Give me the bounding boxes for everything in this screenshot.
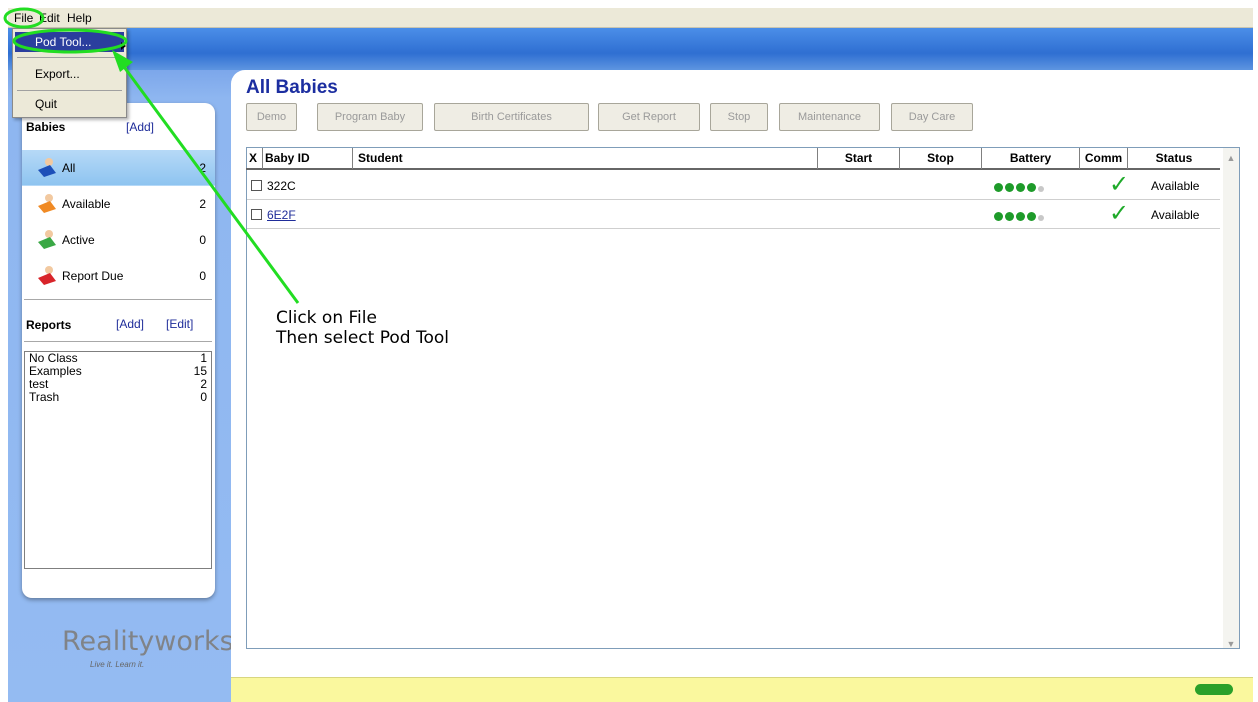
get-report-button[interactable]: Get Report <box>598 103 700 131</box>
list-item[interactable]: Examples 15 <box>25 365 211 378</box>
menu-help[interactable]: Help <box>67 11 92 25</box>
annotation-line-2: Then select Pod Tool <box>276 328 449 348</box>
list-item[interactable]: Trash 0 <box>25 391 211 404</box>
battery-indicator <box>994 210 1046 224</box>
reports-add-link[interactable]: [Add] <box>116 317 144 331</box>
battery-dot <box>1027 212 1036 221</box>
column-header-x[interactable]: X <box>249 148 263 169</box>
program-baby-button[interactable]: Program Baby <box>317 103 423 131</box>
sidebar-item-count: 0 <box>199 269 206 283</box>
baby-green-icon <box>38 230 56 249</box>
baby-red-icon <box>38 266 56 285</box>
report-label: test <box>29 377 49 391</box>
column-header-start[interactable]: Start <box>818 148 900 169</box>
comm-ok-check-icon: ✓ <box>1109 200 1130 227</box>
battery-dot <box>1005 183 1014 192</box>
scroll-up-icon[interactable]: ▲ <box>1225 152 1237 164</box>
sidebar-item-label: Active <box>62 233 95 247</box>
divider <box>24 299 212 300</box>
header-band <box>8 28 1253 70</box>
baby-orange-icon <box>38 194 56 213</box>
battery-dot-empty <box>1038 215 1044 221</box>
babies-header: Babies <box>26 120 66 134</box>
sidebar-item-available[interactable]: Available 2 <box>22 186 215 222</box>
status-cell: Available <box>1151 179 1200 193</box>
status-cell: Available <box>1151 208 1200 222</box>
report-count: 0 <box>200 390 207 404</box>
annotation-line-1: Click on File <box>276 308 377 328</box>
report-label: Examples <box>29 364 82 378</box>
connection-status-indicator <box>1195 684 1233 695</box>
report-label: No Class <box>29 351 78 365</box>
menu-bar: File Edit Help <box>8 8 1253 28</box>
table-row[interactable]: 6E2F ✓ Available <box>247 200 1220 229</box>
report-label: Trash <box>29 390 60 404</box>
menu-separator <box>17 90 122 91</box>
column-header-battery[interactable]: Battery <box>982 148 1080 169</box>
sidebar-item-report-due[interactable]: Report Due 0 <box>22 258 215 294</box>
battery-dot <box>1005 212 1014 221</box>
comm-ok-check-icon: ✓ <box>1109 171 1130 198</box>
status-bar <box>231 677 1253 702</box>
sidebar-item-count: 2 <box>199 161 206 175</box>
row-checkbox[interactable] <box>251 209 262 220</box>
reports-header: Reports <box>26 318 72 332</box>
menu-item-pod-tool[interactable]: Pod Tool... <box>15 32 124 52</box>
battery-dot-empty <box>1038 186 1044 192</box>
sidebar-item-all[interactable]: All 2 <box>22 150 215 186</box>
babies-add-link[interactable]: [Add] <box>126 120 154 134</box>
row-checkbox[interactable] <box>251 180 262 191</box>
column-header-student[interactable]: Student <box>358 148 818 169</box>
menu-item-export[interactable]: Export... <box>15 64 124 84</box>
reports-edit-link[interactable]: [Edit] <box>166 317 193 331</box>
battery-dot <box>994 212 1003 221</box>
column-header-baby-id[interactable]: Baby ID <box>265 148 353 169</box>
baby-id-link[interactable]: 6E2F <box>267 208 296 222</box>
battery-dot <box>1027 183 1036 192</box>
page-title: All Babies <box>246 77 338 98</box>
submenu-arrow-icon <box>121 42 126 50</box>
column-header-comm[interactable]: Comm <box>1080 148 1128 169</box>
birth-certificates-button[interactable]: Birth Certificates <box>434 103 589 131</box>
sidebar-item-label: All <box>62 161 76 175</box>
menu-edit[interactable]: Edit <box>39 11 60 25</box>
divider <box>24 341 212 342</box>
sidebar-item-count: 2 <box>199 197 206 211</box>
baby-id-cell: 322C <box>267 179 296 193</box>
column-header-status[interactable]: Status <box>1128 148 1220 169</box>
sidebar-item-label: Report Due <box>62 269 124 283</box>
table-scrollbar[interactable]: ▲ ▼ <box>1223 148 1239 650</box>
menu-separator <box>17 57 122 58</box>
day-care-button[interactable]: Day Care <box>891 103 973 131</box>
demo-button[interactable]: Demo <box>246 103 297 131</box>
babies-list: All 2 Available 2 Active 0 Report Due 0 <box>22 150 215 294</box>
battery-indicator <box>994 181 1046 195</box>
brand-logo: Realityworks <box>62 626 234 657</box>
file-menu-dropdown: Pod Tool... Export... Quit <box>12 28 127 118</box>
reports-list: No Class 1 Examples 15 test 2 Trash 0 <box>24 351 212 569</box>
sidebar-item-count: 0 <box>199 233 206 247</box>
table-header: X Baby ID Student Start Stop Battery Com… <box>246 148 1220 170</box>
maintenance-button[interactable]: Maintenance <box>779 103 880 131</box>
battery-dot <box>1016 212 1025 221</box>
scroll-down-icon[interactable]: ▼ <box>1225 638 1237 650</box>
column-header-stop[interactable]: Stop <box>900 148 982 169</box>
menu-item-quit[interactable]: Quit <box>15 94 124 114</box>
table-row[interactable]: 322C ✓ Available <box>247 171 1220 200</box>
sidebar-item-active[interactable]: Active 0 <box>22 222 215 258</box>
baby-blue-icon <box>38 158 56 177</box>
menu-file[interactable]: File <box>14 11 33 25</box>
brand-tagline: Live it. Learn it. <box>90 660 145 669</box>
stop-button[interactable]: Stop <box>710 103 768 131</box>
battery-dot <box>1016 183 1025 192</box>
sidebar-item-label: Available <box>62 197 111 211</box>
instruction-annotation: Click on File Then select Pod Tool <box>276 308 449 348</box>
battery-dot <box>994 183 1003 192</box>
